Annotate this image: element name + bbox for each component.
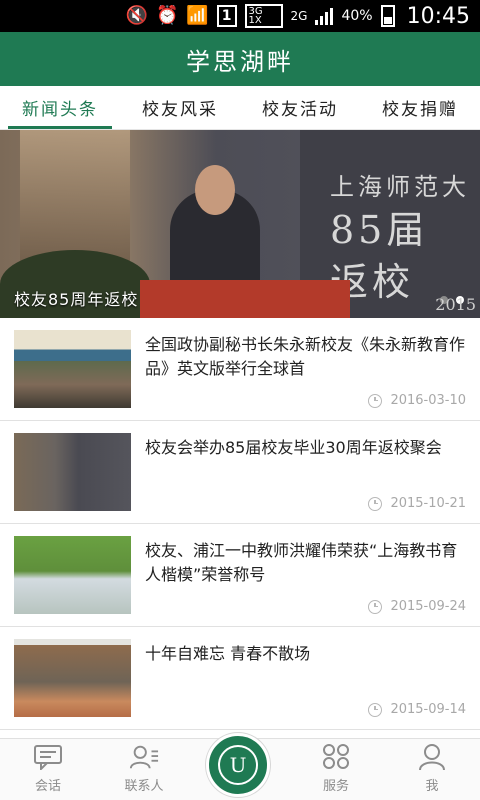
news-title: 全国政协副秘书长朱永新校友《朱永新教育作品》英文版举行全球首 (145, 335, 466, 378)
news-date-text: 2015-09-14 (390, 702, 466, 717)
battery-icon (380, 5, 395, 27)
news-thumbnail (14, 330, 131, 408)
backdrop-line-1: 上海师范大 (330, 173, 470, 201)
clock-icon (368, 702, 383, 717)
logo-emblem: U (218, 745, 258, 785)
news-date-text: 2015-10-21 (390, 496, 466, 511)
chat-icon (33, 743, 63, 771)
news-thumbnail (14, 536, 131, 614)
bottom-nav: 会话 联系人 U 服务 我 (0, 733, 480, 800)
news-title: 校友、浦江一中教师洪耀伟荣获“上海教书育人楷模”荣誉称号 (145, 541, 458, 584)
news-title: 十年自难忘 青春不散场 (145, 644, 311, 663)
news-date-text: 2016-03-10 (390, 393, 466, 408)
tab-bar: 新闻头条 校友风采 校友活动 校友捐赠 (0, 86, 480, 130)
banner-caption: 校友85周年返校 (14, 290, 139, 309)
network-bottom: 1X (248, 15, 262, 26)
news-list: 全国政协副秘书长朱永新校友《朱永新教育作品》英文版举行全球首 2016-03-1… (0, 318, 480, 730)
news-thumbnail (14, 433, 131, 511)
battery-percent: 40% (341, 8, 373, 24)
nav-chat-label: 会话 (34, 779, 61, 794)
banner-speaker-head (195, 165, 235, 215)
clock-time: 10:45 (406, 3, 470, 29)
clock-icon (368, 496, 383, 511)
nav-home-logo[interactable]: U (192, 733, 288, 800)
services-icon (321, 743, 351, 771)
banner-backdrop-text: 上海师范大 85届 返校 (330, 170, 470, 308)
nav-services[interactable]: 服务 (288, 739, 384, 800)
sim-badge: 1 (216, 5, 237, 27)
nav-contacts-label: 联系人 (124, 779, 164, 794)
network-2g: 2G (290, 9, 308, 23)
alarm-icon: ⏰ (155, 5, 179, 26)
banner-poster-image (20, 130, 130, 270)
nav-profile[interactable]: 我 (384, 739, 480, 800)
clock-icon (368, 393, 383, 408)
nav-contacts[interactable]: 联系人 (96, 739, 192, 800)
profile-icon (417, 743, 447, 771)
network-badge: 3G 1X (244, 4, 283, 28)
tab-alumni-profiles[interactable]: 校友风采 (120, 86, 240, 129)
mute-icon: 🔇 (125, 5, 148, 26)
nav-services-label: 服务 (322, 779, 349, 794)
nav-profile-label: 我 (425, 779, 439, 794)
news-thumbnail (14, 639, 131, 717)
tab-alumni-events[interactable]: 校友活动 (240, 86, 360, 129)
page-title: 学思湖畔 (186, 47, 294, 76)
status-bar: 🔇 ⏰ 📶 1 3G 1X 2G 40% 10:45 (0, 0, 480, 32)
list-item[interactable]: 校友、浦江一中教师洪耀伟荣获“上海教书育人楷模”荣誉称号 2015-09-24 (0, 524, 480, 627)
news-date: 2015-09-24 (368, 599, 466, 614)
list-item[interactable]: 全国政协副秘书长朱永新校友《朱永新教育作品》英文版举行全球首 2016-03-1… (0, 318, 480, 421)
list-item[interactable]: 十年自难忘 青春不散场 2015-09-14 (0, 627, 480, 730)
news-date: 2015-10-21 (368, 496, 466, 511)
clock-icon (368, 599, 383, 614)
news-date: 2016-03-10 (368, 393, 466, 408)
backdrop-line-2: 85届 (330, 208, 429, 252)
tab-news[interactable]: 新闻头条 (0, 86, 120, 129)
list-item[interactable]: 校友会举办85届校友毕业30周年返校聚会 2015-10-21 (0, 421, 480, 524)
tab-alumni-donations[interactable]: 校友捐赠 (360, 86, 480, 129)
signal-icon (315, 7, 334, 25)
banner-carousel[interactable]: 上海师范大 85届 返校 校友85周年返校 2015 (0, 130, 480, 318)
app-header: 学思湖畔 (0, 32, 480, 86)
wifi-icon: 📶 (186, 5, 209, 26)
university-logo-icon: U (206, 733, 270, 797)
news-date: 2015-09-14 (368, 702, 466, 717)
news-date-text: 2015-09-24 (390, 599, 466, 614)
contacts-icon (129, 743, 159, 771)
news-title: 校友会举办85届校友毕业30周年返校聚会 (145, 438, 442, 457)
banner-year: 2015 (435, 295, 476, 314)
banner-lectern (140, 280, 350, 318)
nav-chat[interactable]: 会话 (0, 739, 96, 800)
